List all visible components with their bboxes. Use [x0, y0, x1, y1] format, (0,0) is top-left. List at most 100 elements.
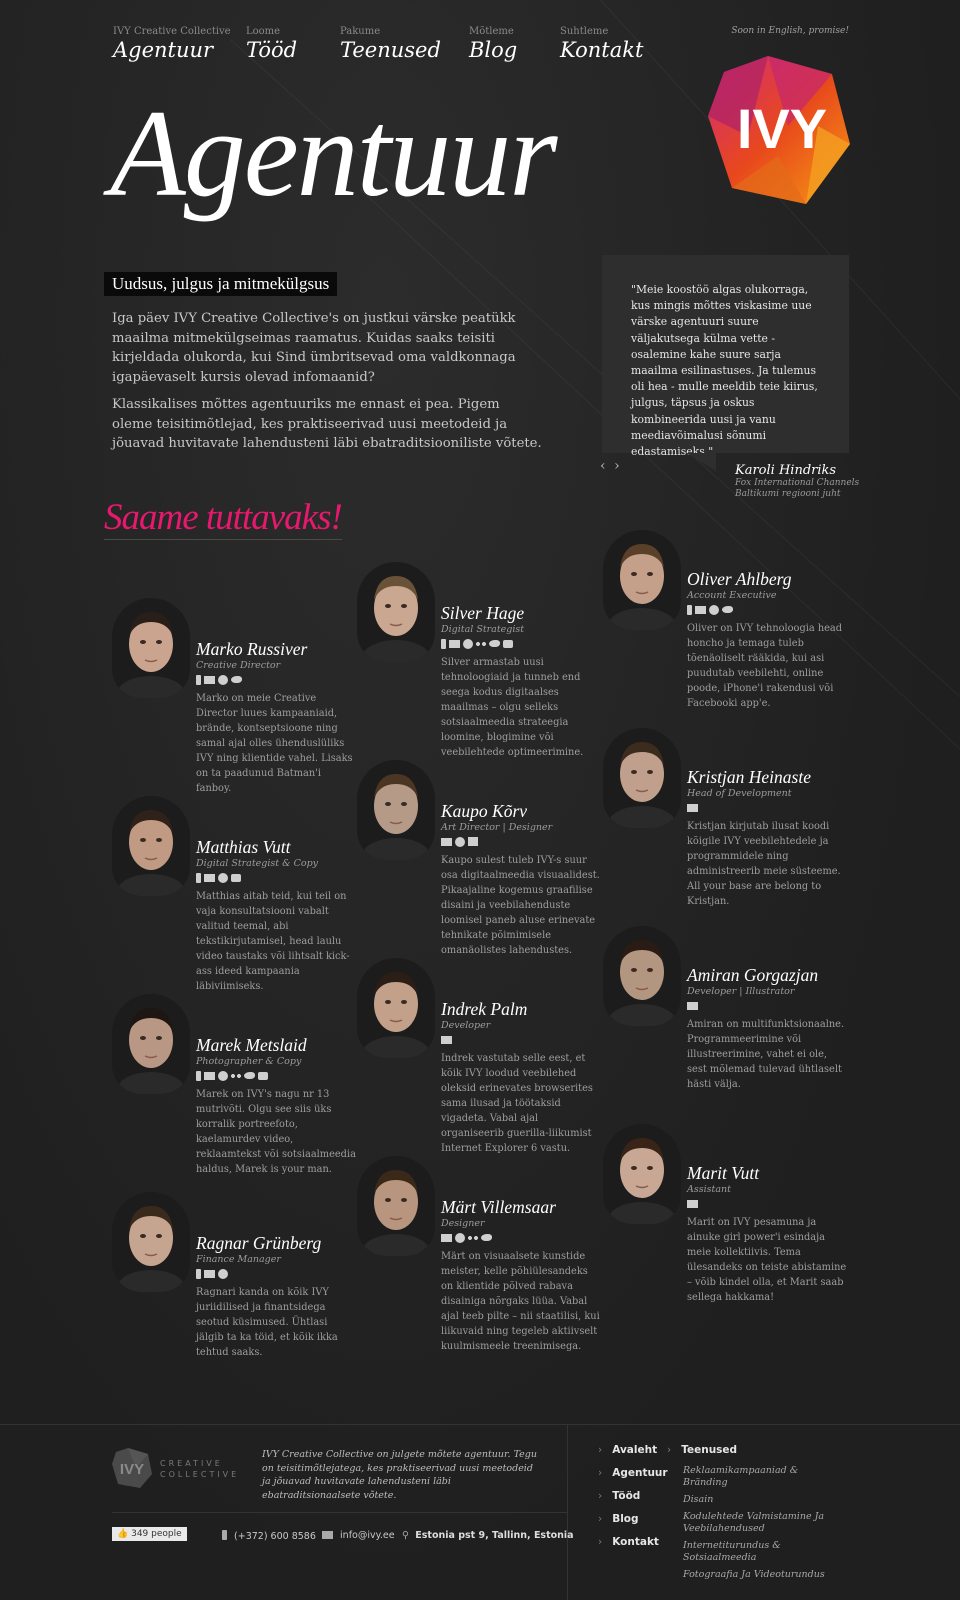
phone-icon[interactable]	[687, 604, 692, 615]
chat-icon[interactable]	[258, 1071, 268, 1080]
prev-arrow-icon[interactable]: ‹	[600, 458, 606, 474]
twitter-icon[interactable]	[231, 676, 242, 684]
thumbs-up-icon: 👍	[117, 1529, 129, 1539]
mail-icon[interactable]	[441, 1035, 452, 1044]
location-pin-icon: ⚲	[402, 1530, 409, 1541]
member-name: Marek Metslaid	[196, 1035, 307, 1055]
avatar	[112, 796, 190, 896]
member-info: Indrek Palm Developer Indrek vastutab sell…	[441, 999, 601, 1156]
twitter-icon[interactable]	[722, 606, 733, 614]
avatar	[357, 760, 435, 860]
skype-icon[interactable]	[218, 1070, 228, 1081]
footer-nav-tood[interactable]: Tööd	[598, 1490, 668, 1502]
mail-icon[interactable]	[441, 1233, 452, 1242]
member-name: Kaupo Kõrv	[441, 801, 528, 821]
member-info: Märt Villemsaar Designer Märt on visuaalse…	[441, 1197, 601, 1354]
footer-service-link[interactable]: Kodulehtede Valmistamine Ja Veebilahendu…	[683, 1511, 833, 1535]
email-address: info@ivy.ee	[340, 1530, 395, 1541]
member-social-icons	[687, 1198, 847, 1209]
member-social-icons	[687, 604, 847, 615]
skype-icon[interactable]	[709, 604, 719, 615]
member-name: Indrek Palm	[441, 999, 528, 1019]
footer-logo[interactable]: IVY	[112, 1448, 152, 1488]
phone-icon[interactable]	[196, 1070, 201, 1081]
mail-icon[interactable]	[687, 803, 698, 812]
footer-logo-sub-2: COLLECTIVE	[160, 1470, 240, 1479]
footer-nav-blog[interactable]: Blog	[598, 1513, 668, 1525]
footer-service-link[interactable]: Disain	[683, 1494, 833, 1506]
nav-item-blog[interactable]: Mõtleme Blog	[469, 26, 517, 62]
phone-icon[interactable]	[196, 872, 201, 883]
member-role: Photographer & Copy	[196, 1056, 302, 1068]
nav-item-tood[interactable]: Loome Tööd	[246, 26, 297, 62]
ivy-logo[interactable]: IVY	[708, 56, 850, 204]
flickr-icon[interactable]	[231, 1073, 241, 1078]
flickr-icon[interactable]	[476, 641, 486, 646]
testimonial-tail	[686, 453, 716, 471]
member-bio: Kaupo sulest tuleb IVY-s suur osa digita…	[441, 855, 600, 957]
nav-sub-label: IVY Creative Collective	[113, 26, 231, 37]
skype-icon[interactable]	[463, 638, 473, 649]
flickr-icon[interactable]	[468, 1235, 478, 1240]
phone-icon[interactable]	[196, 674, 201, 685]
member-info: Marko Russiver Creative Director Marko on …	[196, 639, 356, 796]
page-title: Agentuur	[110, 85, 557, 222]
chat-icon[interactable]	[503, 639, 513, 648]
skype-icon[interactable]	[218, 1268, 228, 1279]
footer-service-link[interactable]: Internetiturundus & Sotsiaalmeedia	[683, 1540, 833, 1564]
member-name: Märt Villemsaar	[441, 1197, 556, 1217]
footer-service-link[interactable]: Reklaamikampaaniad & Bränding	[683, 1465, 833, 1489]
mail-icon[interactable]	[204, 873, 215, 882]
member-name: Kristjan Heinaste	[687, 767, 811, 787]
nav-sub-label: Suhtleme	[560, 26, 609, 37]
footer-nav-agentuur[interactable]: Agentuur	[598, 1467, 667, 1479]
member-name: Marit Vutt	[687, 1163, 760, 1183]
twitter-icon[interactable]	[481, 1234, 492, 1242]
testimonial-text: "Meie koostöö algas olukorraga, kus ming…	[631, 283, 818, 459]
footer-email[interactable]: info@ivy.ee	[322, 1530, 395, 1541]
phone-icon[interactable]	[196, 1268, 201, 1279]
mail-icon[interactable]	[687, 1001, 698, 1010]
nav-item-kontakt[interactable]: Suhtleme Kontakt	[560, 26, 643, 62]
member-role: Designer	[441, 1218, 485, 1230]
footer-nav-kontakt[interactable]: Kontakt	[598, 1536, 668, 1548]
bag-icon[interactable]	[468, 837, 478, 847]
facebook-like-button[interactable]: 👍 349 people	[112, 1527, 187, 1541]
skype-icon[interactable]	[455, 1232, 465, 1243]
mail-icon[interactable]	[204, 1269, 215, 1278]
footer-services-title[interactable]: Teenused	[681, 1444, 833, 1456]
footer-service-link[interactable]: Fotograafia Ja Videoturundus	[683, 1569, 833, 1581]
mail-icon[interactable]	[204, 675, 215, 684]
member-role: Account Executive	[687, 590, 777, 602]
member-name: Oliver Ahlberg	[687, 569, 792, 589]
next-arrow-icon[interactable]: ›	[614, 458, 620, 474]
skype-icon[interactable]	[455, 836, 465, 847]
avatar	[603, 728, 681, 828]
nav-label: Agentuur	[113, 38, 214, 62]
nav-item-teenused[interactable]: Pakume Teenused	[340, 26, 441, 62]
member-info: Kaupo Kõrv Art Director | Designer Kaupo s…	[441, 801, 601, 958]
footer-nav-avaleht[interactable]: Avaleht	[598, 1444, 668, 1456]
avatar	[603, 1124, 681, 1224]
chat-icon[interactable]	[231, 873, 241, 882]
mail-icon[interactable]	[441, 837, 452, 846]
nav-item-agentuur[interactable]: IVY Creative Collective Agentuur	[113, 26, 231, 62]
twitter-icon[interactable]	[244, 1072, 255, 1080]
member-info: Marit Vutt Assistant Marit on IVY pesamuna…	[687, 1163, 847, 1305]
skype-icon[interactable]	[218, 674, 228, 685]
phone-icon	[222, 1530, 227, 1540]
mail-icon[interactable]	[449, 639, 460, 648]
phone-icon[interactable]	[441, 638, 446, 649]
nav-sub-label: Pakume	[340, 26, 381, 37]
author-company: Fox International Channels	[735, 478, 860, 488]
mail-icon[interactable]	[204, 1071, 215, 1080]
footer-services: Teenused Reklaamikampaaniad & Bränding D…	[681, 1444, 833, 1586]
section-title: Saame tuttavaks!	[104, 497, 343, 540]
twitter-icon[interactable]	[489, 640, 500, 648]
avatar	[112, 598, 190, 698]
member-name: Silver Hage	[441, 603, 525, 623]
skype-icon[interactable]	[218, 872, 228, 883]
mail-icon[interactable]	[695, 605, 706, 614]
mail-icon[interactable]	[687, 1199, 698, 1208]
footer-phone[interactable]: (+372) 600 8586	[222, 1530, 316, 1542]
